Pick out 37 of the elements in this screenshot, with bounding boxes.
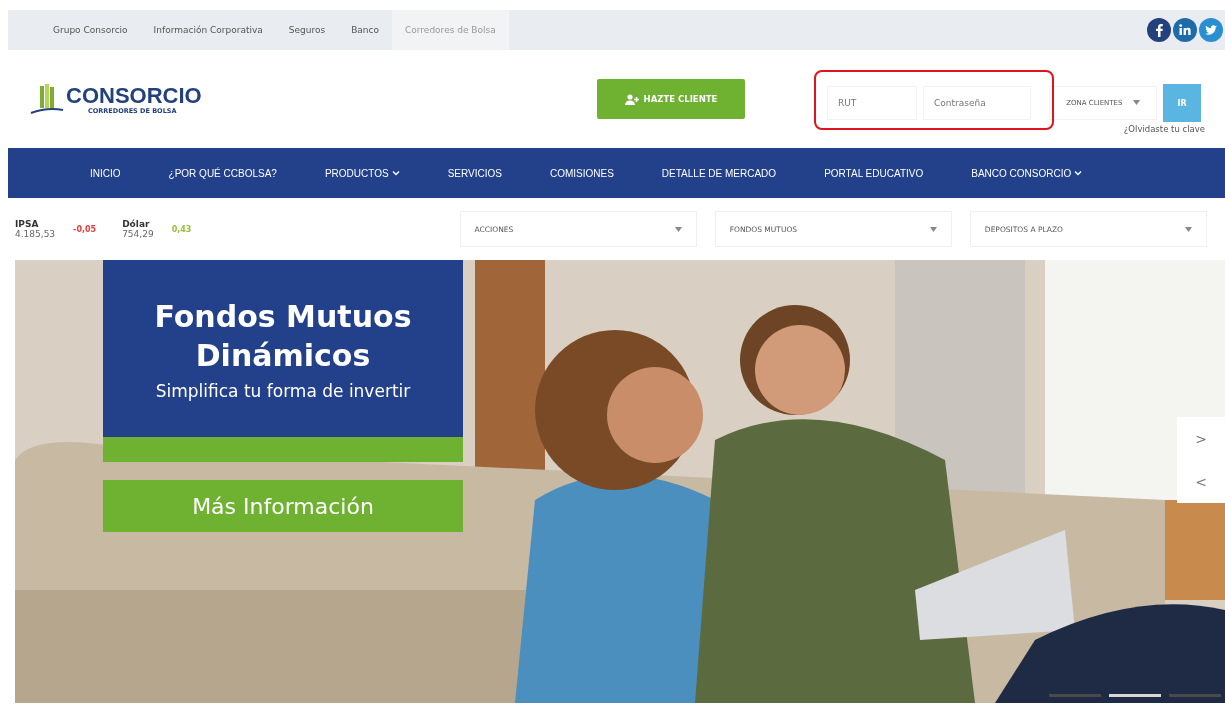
nav-item[interactable]: COMISIONES	[549, 167, 614, 179]
top-link[interactable]: Información Corporativa	[140, 10, 276, 50]
twitter-icon[interactable]	[1199, 18, 1223, 42]
ticker-value: 754,29	[122, 229, 154, 239]
chevron-down-icon	[1074, 170, 1083, 176]
caret-icon	[1185, 226, 1192, 232]
facebook-icon[interactable]	[1147, 18, 1171, 42]
nav-item[interactable]: PORTAL EDUCATIVO	[824, 167, 924, 179]
ticker-name: Dólar	[122, 219, 151, 229]
caret-icon	[1132, 100, 1140, 105]
ticker-change: -0,05	[73, 224, 97, 234]
ticker-name: IPSA	[15, 219, 40, 229]
nav-item[interactable]: INICIO	[90, 167, 121, 179]
nav-item[interactable]: PRODUCTOS	[324, 167, 400, 179]
top-link[interactable]: Grupo Consorcio	[40, 10, 141, 50]
password-field[interactable]: Contraseña	[923, 86, 1031, 120]
top-link[interactable]: Seguros	[275, 10, 339, 50]
nav-item[interactable]: BANCO CONSORCIO	[971, 167, 1083, 179]
rut-field[interactable]: RUT	[827, 86, 917, 120]
forgot-password-link[interactable]: ¿Olvidaste tu clave	[1123, 124, 1205, 134]
ticker-change: 0,43	[171, 224, 192, 234]
ticker-value: 4.185,53	[15, 229, 56, 239]
building-logo-icon	[30, 83, 64, 115]
logo-wordmark: CONSORCIO	[66, 85, 202, 107]
chevron-down-icon	[391, 170, 400, 176]
hero-subtitle: Simplifica tu forma de invertir	[155, 380, 411, 401]
nav-item[interactable]: ¿POR QUÉ CCBOLSA?	[168, 167, 277, 179]
linkedin-icon[interactable]	[1173, 18, 1197, 42]
top-link[interactable]: Banco	[338, 10, 393, 50]
hero-title: Fondos Mutuos Dinámicos	[153, 297, 413, 375]
previous-slide-button[interactable]: <	[1191, 473, 1211, 490]
nav-item[interactable]: SERVICIOS	[447, 167, 502, 179]
nav-item[interactable]: DETALLE DE MERCADO	[661, 167, 777, 179]
caret-icon	[674, 226, 682, 232]
caret-icon	[929, 226, 937, 232]
add-user-icon	[624, 93, 639, 105]
next-slide-button[interactable]: >	[1191, 430, 1211, 447]
